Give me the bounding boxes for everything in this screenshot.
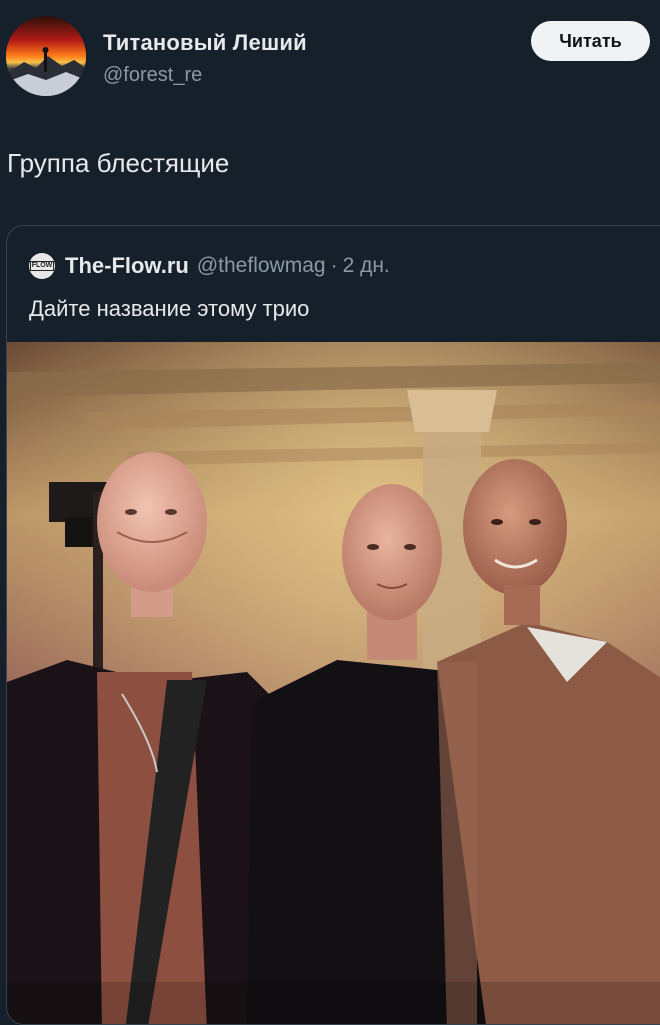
tweet-header: Титановый Леший @forest_re Читать	[0, 0, 660, 110]
quoted-post-photo[interactable]	[7, 342, 660, 1024]
separator-dot: ·	[330, 254, 338, 277]
follow-button[interactable]: Читать	[531, 21, 650, 61]
quoted-post-text: Дайте название этому трио	[29, 296, 310, 321]
author-handle[interactable]: @forest_re	[103, 64, 202, 87]
quoted-avatar-label: FLOW	[29, 261, 55, 271]
author-display-name[interactable]: Титановый Леший	[103, 30, 307, 56]
quoted-author-avatar[interactable]: FLOW	[29, 253, 55, 279]
quoted-author-name[interactable]: The-Flow.ru	[65, 253, 189, 279]
post-text: Группа блестящие	[7, 148, 230, 178]
quoted-timestamp[interactable]: 2 дн.	[343, 254, 390, 278]
quoted-author-handle[interactable]: @theflowmag	[197, 254, 326, 278]
author-avatar[interactable]	[6, 16, 86, 96]
three-bald-men-photo	[7, 342, 660, 1024]
quoted-tweet-card[interactable]: FLOW The-Flow.ru @theflowmag · 2 дн. Дай…	[6, 225, 660, 1025]
sunset-mountain-avatar-icon	[6, 16, 86, 96]
quoted-tweet-header: FLOW The-Flow.ru @theflowmag · 2 дн.	[29, 251, 390, 281]
